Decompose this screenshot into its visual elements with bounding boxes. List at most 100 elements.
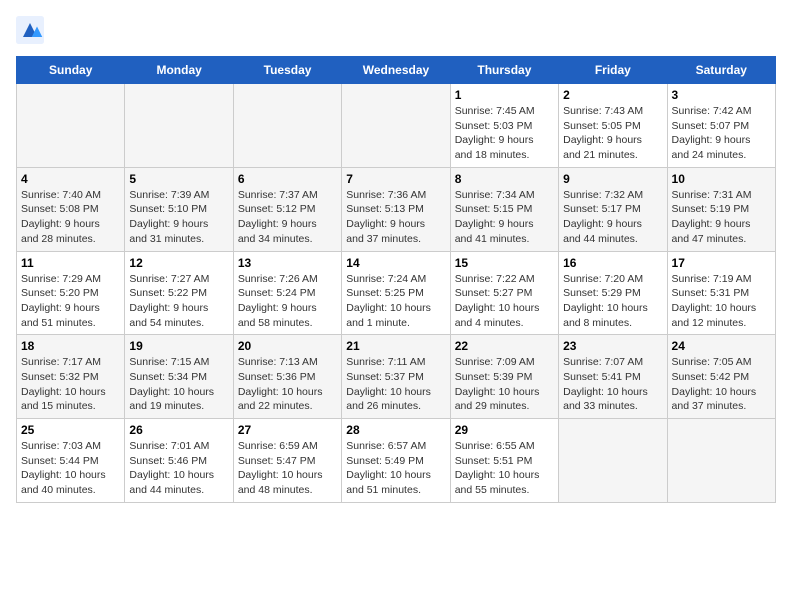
- calendar-cell: 2 Sunrise: 7:43 AM Sunset: 5:05 PM Daylig…: [559, 84, 667, 168]
- header-day-thursday: Thursday: [450, 57, 558, 84]
- day-number: 28: [346, 423, 445, 437]
- calendar-cell: 24 Sunrise: 7:05 AM Sunset: 5:42 PM Dayli…: [667, 335, 775, 419]
- day-content: Sunrise: 7:34 AM Sunset: 5:15 PM Dayligh…: [455, 188, 554, 247]
- day-content: Sunrise: 7:40 AM Sunset: 5:08 PM Dayligh…: [21, 188, 120, 247]
- day-number: 4: [21, 172, 120, 186]
- day-number: 19: [129, 339, 228, 353]
- day-content: Sunrise: 7:09 AM Sunset: 5:39 PM Dayligh…: [455, 355, 554, 414]
- calendar-cell: 5 Sunrise: 7:39 AM Sunset: 5:10 PM Daylig…: [125, 167, 233, 251]
- calendar-cell: [233, 84, 341, 168]
- calendar-cell: 6 Sunrise: 7:37 AM Sunset: 5:12 PM Daylig…: [233, 167, 341, 251]
- calendar-table: SundayMondayTuesdayWednesdayThursdayFrid…: [16, 56, 776, 503]
- week-row-1: 1Sunrise: 7:45 AM Sunset: 5:03 PM Daylig…: [17, 84, 776, 168]
- day-number: 8: [455, 172, 554, 186]
- day-content: Sunrise: 7:20 AM Sunset: 5:29 PM Dayligh…: [563, 272, 662, 331]
- day-content: Sunrise: 7:24 AM Sunset: 5:25 PM Dayligh…: [346, 272, 445, 331]
- day-number: 22: [455, 339, 554, 353]
- calendar-cell: 7 Sunrise: 7:36 AM Sunset: 5:13 PM Daylig…: [342, 167, 450, 251]
- calendar-body: 1Sunrise: 7:45 AM Sunset: 5:03 PM Daylig…: [17, 84, 776, 503]
- day-content: Sunrise: 7:36 AM Sunset: 5:13 PM Dayligh…: [346, 188, 445, 247]
- calendar-cell: 27Sunrise: 6:59 AM Sunset: 5:47 PM Dayli…: [233, 419, 341, 503]
- calendar-cell: 19 Sunrise: 7:15 AM Sunset: 5:34 PM Dayli…: [125, 335, 233, 419]
- calendar-cell: 11 Sunrise: 7:29 AM Sunset: 5:20 PM Dayli…: [17, 251, 125, 335]
- day-number: 12: [129, 256, 228, 270]
- week-row-3: 11 Sunrise: 7:29 AM Sunset: 5:20 PM Dayli…: [17, 251, 776, 335]
- header-day-friday: Friday: [559, 57, 667, 84]
- calendar-cell: 16 Sunrise: 7:20 AM Sunset: 5:29 PM Dayli…: [559, 251, 667, 335]
- day-content: Sunrise: 7:17 AM Sunset: 5:32 PM Dayligh…: [21, 355, 120, 414]
- calendar-cell: [342, 84, 450, 168]
- calendar-header: SundayMondayTuesdayWednesdayThursdayFrid…: [17, 57, 776, 84]
- day-number: 2: [563, 88, 662, 102]
- calendar-cell: 29 Sunrise: 6:55 AM Sunset: 5:51 PM Dayli…: [450, 419, 558, 503]
- calendar-cell: 3 Sunrise: 7:42 AM Sunset: 5:07 PM Daylig…: [667, 84, 775, 168]
- calendar-cell: 4 Sunrise: 7:40 AM Sunset: 5:08 PM Daylig…: [17, 167, 125, 251]
- day-number: 15: [455, 256, 554, 270]
- day-number: 13: [238, 256, 337, 270]
- calendar-cell: 18 Sunrise: 7:17 AM Sunset: 5:32 PM Dayli…: [17, 335, 125, 419]
- day-number: 11: [21, 256, 120, 270]
- day-content: Sunrise: 7:39 AM Sunset: 5:10 PM Dayligh…: [129, 188, 228, 247]
- day-number: 20: [238, 339, 337, 353]
- calendar-cell: 28 Sunrise: 6:57 AM Sunset: 5:49 PM Dayli…: [342, 419, 450, 503]
- calendar-cell: 23 Sunrise: 7:07 AM Sunset: 5:41 PM Dayli…: [559, 335, 667, 419]
- calendar-cell: [17, 84, 125, 168]
- calendar-cell: [125, 84, 233, 168]
- day-number: 10: [672, 172, 771, 186]
- logo: [16, 16, 48, 44]
- day-content: Sunrise: 7:13 AM Sunset: 5:36 PM Dayligh…: [238, 355, 337, 414]
- day-number: 16: [563, 256, 662, 270]
- day-content: Sunrise: 7:45 AM Sunset: 5:03 PM Dayligh…: [455, 104, 554, 163]
- header-day-monday: Monday: [125, 57, 233, 84]
- day-content: Sunrise: 7:43 AM Sunset: 5:05 PM Dayligh…: [563, 104, 662, 163]
- page-header: [16, 16, 776, 44]
- day-content: Sunrise: 6:55 AM Sunset: 5:51 PM Dayligh…: [455, 439, 554, 498]
- calendar-cell: 25Sunrise: 7:03 AM Sunset: 5:44 PM Dayli…: [17, 419, 125, 503]
- day-number: 6: [238, 172, 337, 186]
- day-content: Sunrise: 7:32 AM Sunset: 5:17 PM Dayligh…: [563, 188, 662, 247]
- header-day-sunday: Sunday: [17, 57, 125, 84]
- day-number: 24: [672, 339, 771, 353]
- day-number: 7: [346, 172, 445, 186]
- day-content: Sunrise: 7:01 AM Sunset: 5:46 PM Dayligh…: [129, 439, 228, 498]
- calendar-cell: 26 Sunrise: 7:01 AM Sunset: 5:46 PM Dayli…: [125, 419, 233, 503]
- day-number: 14: [346, 256, 445, 270]
- week-row-5: 25Sunrise: 7:03 AM Sunset: 5:44 PM Dayli…: [17, 419, 776, 503]
- calendar-cell: [667, 419, 775, 503]
- day-content: Sunrise: 7:27 AM Sunset: 5:22 PM Dayligh…: [129, 272, 228, 331]
- week-row-2: 4 Sunrise: 7:40 AM Sunset: 5:08 PM Daylig…: [17, 167, 776, 251]
- day-content: Sunrise: 7:05 AM Sunset: 5:42 PM Dayligh…: [672, 355, 771, 414]
- day-content: Sunrise: 7:42 AM Sunset: 5:07 PM Dayligh…: [672, 104, 771, 163]
- header-day-tuesday: Tuesday: [233, 57, 341, 84]
- day-content: Sunrise: 7:29 AM Sunset: 5:20 PM Dayligh…: [21, 272, 120, 331]
- calendar-cell: 13 Sunrise: 7:26 AM Sunset: 5:24 PM Dayli…: [233, 251, 341, 335]
- day-number: 23: [563, 339, 662, 353]
- calendar-cell: 8 Sunrise: 7:34 AM Sunset: 5:15 PM Daylig…: [450, 167, 558, 251]
- day-content: Sunrise: 7:26 AM Sunset: 5:24 PM Dayligh…: [238, 272, 337, 331]
- calendar-cell: 12 Sunrise: 7:27 AM Sunset: 5:22 PM Dayli…: [125, 251, 233, 335]
- day-number: 29: [455, 423, 554, 437]
- calendar-cell: 20 Sunrise: 7:13 AM Sunset: 5:36 PM Dayli…: [233, 335, 341, 419]
- calendar-cell: 10 Sunrise: 7:31 AM Sunset: 5:19 PM Dayli…: [667, 167, 775, 251]
- day-content: Sunrise: 7:11 AM Sunset: 5:37 PM Dayligh…: [346, 355, 445, 414]
- day-content: Sunrise: 7:07 AM Sunset: 5:41 PM Dayligh…: [563, 355, 662, 414]
- calendar-cell: 14 Sunrise: 7:24 AM Sunset: 5:25 PM Dayli…: [342, 251, 450, 335]
- day-number: 3: [672, 88, 771, 102]
- day-content: Sunrise: 7:19 AM Sunset: 5:31 PM Dayligh…: [672, 272, 771, 331]
- week-row-4: 18 Sunrise: 7:17 AM Sunset: 5:32 PM Dayli…: [17, 335, 776, 419]
- day-content: Sunrise: 7:31 AM Sunset: 5:19 PM Dayligh…: [672, 188, 771, 247]
- day-content: Sunrise: 6:57 AM Sunset: 5:49 PM Dayligh…: [346, 439, 445, 498]
- day-content: Sunrise: 7:15 AM Sunset: 5:34 PM Dayligh…: [129, 355, 228, 414]
- calendar-cell: 22 Sunrise: 7:09 AM Sunset: 5:39 PM Dayli…: [450, 335, 558, 419]
- day-number: 5: [129, 172, 228, 186]
- logo-icon: [16, 16, 44, 44]
- day-number: 25: [21, 423, 120, 437]
- header-day-saturday: Saturday: [667, 57, 775, 84]
- header-row: SundayMondayTuesdayWednesdayThursdayFrid…: [17, 57, 776, 84]
- calendar-cell: 21 Sunrise: 7:11 AM Sunset: 5:37 PM Dayli…: [342, 335, 450, 419]
- day-content: Sunrise: 7:37 AM Sunset: 5:12 PM Dayligh…: [238, 188, 337, 247]
- day-number: 26: [129, 423, 228, 437]
- day-number: 18: [21, 339, 120, 353]
- day-number: 21: [346, 339, 445, 353]
- day-number: 17: [672, 256, 771, 270]
